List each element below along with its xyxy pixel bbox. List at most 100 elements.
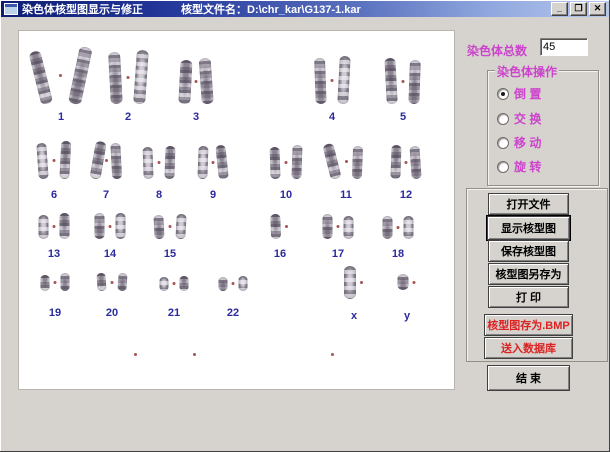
chromosome-image[interactable] xyxy=(269,147,280,179)
chromosome-image[interactable] xyxy=(409,146,421,180)
save-karyotype-button[interactable]: 保存核型图 xyxy=(488,240,569,262)
pair-marker-dot xyxy=(127,76,130,79)
chromosome-image[interactable] xyxy=(117,273,127,292)
chromosome-image[interactable] xyxy=(142,147,153,179)
chromosome-image[interactable] xyxy=(408,60,421,104)
chromosome-image[interactable] xyxy=(323,214,333,239)
chromosome-image[interactable] xyxy=(164,146,175,179)
chromosome-group-1[interactable] xyxy=(40,46,82,104)
radio-button-icon[interactable] xyxy=(497,161,509,173)
radio-option-label: 倒 置 xyxy=(514,85,541,102)
chromosome-image[interactable] xyxy=(344,216,354,239)
pair-marker-dot xyxy=(405,161,408,164)
minimize-icon[interactable]: _ xyxy=(551,2,568,16)
chromosome-group-15[interactable] xyxy=(155,214,186,239)
chromosome-image[interactable] xyxy=(133,50,149,105)
chromosome-image[interactable] xyxy=(160,277,169,291)
chromosome-image[interactable] xyxy=(390,145,401,179)
chromosome-image[interactable] xyxy=(108,52,123,105)
chromosome-image[interactable] xyxy=(337,56,350,105)
chromosome-group-9[interactable] xyxy=(198,145,229,179)
chromosome-image[interactable] xyxy=(344,266,356,299)
chromosome-group-3[interactable] xyxy=(179,58,214,104)
karyotype-panel[interactable]: 12345678910111213141516171819202122xy xyxy=(18,30,455,390)
chromosome-number-label: 10 xyxy=(280,189,292,201)
pair-marker-dot xyxy=(53,159,56,162)
chromosome-image[interactable] xyxy=(215,145,228,180)
chromosome-group-12[interactable] xyxy=(391,145,422,179)
chromosome-group-4[interactable] xyxy=(316,56,349,104)
print-button[interactable]: 打 印 xyxy=(488,286,569,308)
pair-marker-dot xyxy=(173,282,176,285)
chromosome-image[interactable] xyxy=(314,58,327,104)
chromosome-group-17[interactable] xyxy=(323,214,354,239)
chromosome-image[interactable] xyxy=(352,146,363,179)
chromosome-group-18[interactable] xyxy=(383,216,414,239)
radio-button-icon[interactable] xyxy=(497,113,509,125)
chromosome-image[interactable] xyxy=(59,141,71,179)
chromosome-image[interactable] xyxy=(175,214,186,239)
chromosome-image[interactable] xyxy=(197,146,208,179)
chromosome-group-16[interactable] xyxy=(271,214,289,239)
chromosome-image[interactable] xyxy=(68,46,93,105)
chromosome-group-8[interactable] xyxy=(144,146,175,179)
chromosome-group-10[interactable] xyxy=(271,145,302,179)
chromosome-image[interactable] xyxy=(219,277,228,291)
chromosome-image[interactable] xyxy=(39,215,49,239)
radio-option-4[interactable]: 旋 转 xyxy=(497,158,541,175)
radio-button-icon[interactable] xyxy=(497,137,509,149)
chromosome-group-x[interactable] xyxy=(344,266,364,299)
chromosome-image[interactable] xyxy=(110,143,122,179)
chromosome-group-19[interactable] xyxy=(41,273,70,291)
radio-button-icon[interactable] xyxy=(497,88,509,100)
radio-option-2[interactable]: 交 换 xyxy=(497,110,541,127)
save-karyotype-as-button[interactable]: 核型图另存为 xyxy=(488,263,569,285)
chromosome-image[interactable] xyxy=(60,213,70,239)
open-file-button[interactable]: 打开文件 xyxy=(488,193,569,215)
show-karyotype-button[interactable]: 显示核型图 xyxy=(487,216,570,240)
chromosome-image[interactable] xyxy=(383,216,393,239)
chromosome-image[interactable] xyxy=(96,273,106,292)
chromosome-group-14[interactable] xyxy=(95,213,126,239)
pair-marker-dot xyxy=(402,80,405,83)
chromosome-image[interactable] xyxy=(404,216,414,239)
restore-icon[interactable]: ❐ xyxy=(570,2,587,16)
window-controls: _ ❐ ✕ xyxy=(551,2,609,16)
window-title: 染色体核型图显示与修正 xyxy=(22,1,143,17)
chromosome-image[interactable] xyxy=(61,273,70,291)
chromosome-group-11[interactable] xyxy=(330,143,362,179)
chromosome-image[interactable] xyxy=(291,145,302,179)
chromosome-group-y[interactable] xyxy=(398,274,417,290)
close-icon[interactable]: ✕ xyxy=(589,2,606,16)
chromosome-image[interactable] xyxy=(41,275,50,291)
chromosome-group-21[interactable] xyxy=(160,276,189,291)
chromosome-image[interactable] xyxy=(270,214,281,239)
radio-option-3[interactable]: 移 动 xyxy=(497,134,541,151)
chromosome-image[interactable] xyxy=(239,276,248,291)
chromosome-image[interactable] xyxy=(153,215,164,239)
chromosome-image[interactable] xyxy=(322,143,341,181)
radio-option-1[interactable]: 倒 置 xyxy=(497,85,541,102)
chromosome-image[interactable] xyxy=(178,60,192,105)
chromosome-image[interactable] xyxy=(384,58,397,105)
chromosome-group-13[interactable] xyxy=(39,213,70,239)
chromosome-group-7[interactable] xyxy=(90,141,122,179)
chromosome-image[interactable] xyxy=(199,58,214,105)
total-chromosomes-input[interactable] xyxy=(540,38,588,56)
chromosome-group-2[interactable] xyxy=(111,50,146,104)
chromosome-image[interactable] xyxy=(180,276,189,291)
chromosome-group-5[interactable] xyxy=(387,58,420,104)
karyotype-filename: 核型文件名：D:\chr_kar\G137-1.kar xyxy=(181,1,361,17)
end-button[interactable]: 结 束 xyxy=(487,365,570,391)
chromosome-image[interactable] xyxy=(36,143,48,180)
chromosome-group-22[interactable] xyxy=(219,276,248,291)
chromosome-image[interactable] xyxy=(398,274,409,290)
save-as-bmp-button[interactable]: 核型图存为.BMP xyxy=(484,314,573,336)
chromosome-image[interactable] xyxy=(95,213,105,239)
send-to-database-button[interactable]: 送入数据库 xyxy=(484,337,573,359)
chromosome-group-6[interactable] xyxy=(39,141,70,179)
chromosome-image[interactable] xyxy=(116,213,126,239)
chromosome-image[interactable] xyxy=(28,50,53,105)
chromosome-group-20[interactable] xyxy=(98,273,127,291)
operations-group-title: 染色体操作 xyxy=(495,63,559,80)
